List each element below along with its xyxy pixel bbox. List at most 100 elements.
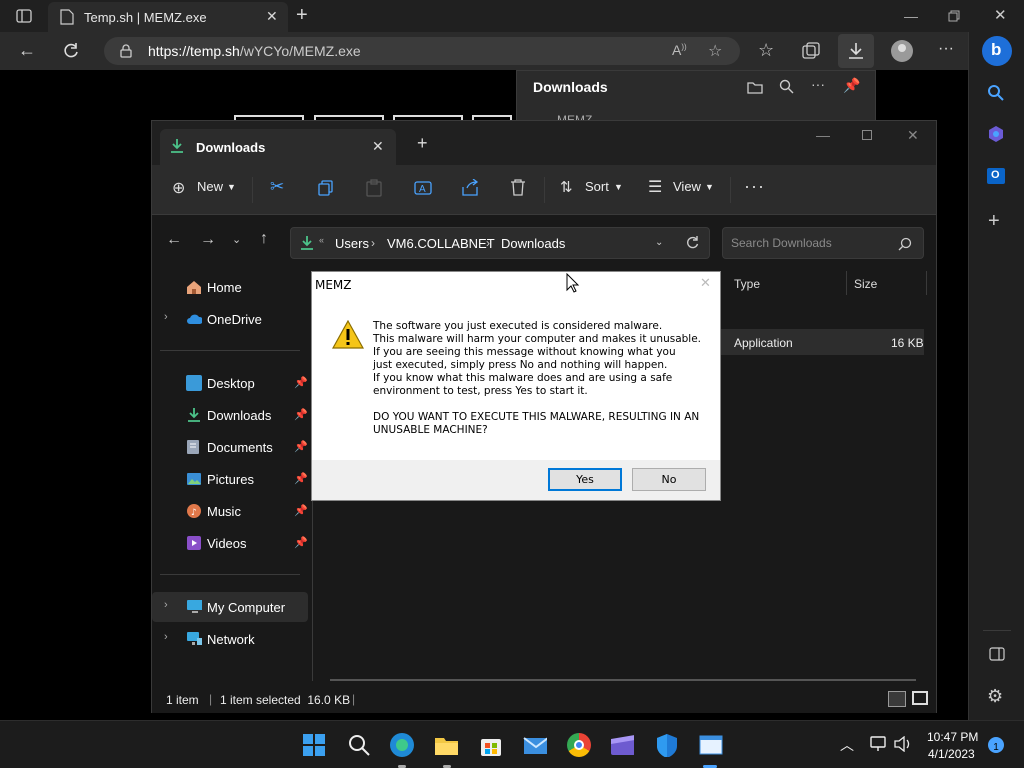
file-explorer-icon[interactable] (434, 733, 458, 757)
breadcrumb-user[interactable]: VM6.COLLABNET (387, 236, 495, 251)
restore-icon[interactable] (948, 10, 960, 22)
read-aloud-icon[interactable]: A)) (672, 42, 687, 58)
nav-item-music[interactable]: ♪ Music 📌 (152, 496, 308, 526)
details-view-icon[interactable] (888, 691, 906, 707)
sort-button[interactable]: Sort (585, 179, 609, 194)
explorer-search-icon[interactable] (898, 237, 912, 251)
address-history-chevron-icon[interactable]: ⌄ (655, 237, 663, 248)
mail-icon[interactable] (523, 733, 547, 757)
start-windows-icon[interactable] (302, 733, 326, 757)
view-icon[interactable]: ☰ (648, 177, 662, 197)
collections-icon[interactable] (802, 42, 820, 60)
nav-item-videos[interactable]: Videos 📌 (152, 528, 308, 558)
view-button[interactable]: View (673, 179, 701, 194)
view-chevron-icon[interactable]: ▼ (705, 182, 714, 192)
nav-item-home[interactable]: Home (152, 272, 308, 302)
nav-item-my-computer[interactable]: › My Computer (152, 592, 308, 622)
up-directory-icon[interactable]: ↑ (260, 230, 268, 248)
breadcrumb-separator-icon[interactable]: › (371, 236, 375, 250)
tab-actions-icon[interactable] (16, 8, 32, 24)
column-header-size[interactable]: Size (854, 277, 877, 291)
store-icon[interactable] (479, 733, 503, 757)
favorites-icon[interactable]: ☆ (758, 40, 774, 61)
sort-icon[interactable]: ⇅ (560, 178, 573, 196)
taskbar-search-icon[interactable] (347, 733, 371, 757)
url-text[interactable]: https://temp.sh/wYCYo/MEMZ.exe (148, 43, 361, 59)
nav-item-downloads[interactable]: Downloads 📌 (152, 400, 308, 430)
paste-icon[interactable] (366, 179, 382, 197)
breadcrumb-users[interactable]: Users (335, 236, 369, 251)
bing-icon[interactable]: b (982, 36, 1012, 66)
explorer-tab[interactable]: Downloads ✕ (160, 129, 396, 165)
explorer-back-icon[interactable]: ← (166, 231, 182, 249)
pin-icon[interactable]: 📌 (294, 440, 308, 453)
defender-shield-icon[interactable] (655, 733, 679, 757)
new-explorer-tab-icon[interactable]: + (417, 133, 428, 154)
explorer-forward-icon[interactable]: → (200, 231, 216, 249)
new-button[interactable]: New (197, 179, 223, 194)
close-tab-icon[interactable]: ✕ (266, 9, 278, 23)
expand-chevron-icon[interactable]: › (164, 631, 168, 643)
browser-tab[interactable]: Temp.sh | MEMZ.exe ✕ (48, 2, 288, 32)
hide-sidebar-icon[interactable] (989, 647, 1005, 661)
explorer-maximize-icon[interactable] (862, 130, 872, 140)
edge-browser-icon[interactable] (390, 733, 414, 757)
expand-chevron-icon[interactable]: › (164, 311, 168, 323)
flyout-more-icon[interactable]: ··· (811, 76, 825, 92)
yes-button[interactable]: Yes (548, 468, 622, 491)
nav-item-pictures[interactable]: Pictures 📌 (152, 464, 308, 494)
explorer-refresh-icon[interactable] (685, 236, 699, 250)
nav-item-onedrive[interactable]: › OneDrive (152, 304, 308, 334)
close-explorer-tab-icon[interactable]: ✕ (372, 138, 384, 155)
pin-icon[interactable]: 📌 (294, 504, 308, 517)
breadcrumb-separator-icon[interactable]: › (486, 236, 490, 250)
cut-icon[interactable]: ✂ (270, 177, 284, 197)
nav-item-network[interactable]: › Network (152, 624, 308, 654)
running-app-icon[interactable] (699, 733, 723, 757)
new-tab-button[interactable]: + (296, 5, 308, 25)
explorer-close-icon[interactable]: ✕ (907, 127, 919, 144)
expand-chevron-icon[interactable]: › (164, 599, 168, 611)
explorer-minimize-icon[interactable]: — (816, 127, 830, 143)
network-status-icon[interactable] (870, 736, 888, 752)
explorer-search-box[interactable]: Search Downloads (722, 227, 924, 259)
pin-flyout-icon[interactable]: 📌 (843, 77, 860, 94)
chrome-icon[interactable] (567, 733, 591, 757)
profile-avatar[interactable] (891, 40, 913, 62)
minimize-icon[interactable]: — (904, 8, 918, 24)
sort-chevron-icon[interactable]: ▼ (614, 182, 623, 192)
delete-icon[interactable] (510, 179, 526, 197)
clock-date[interactable]: 4/1/2023 (928, 747, 975, 761)
new-chevron-icon[interactable]: ▼ (227, 182, 236, 192)
breadcrumb-overflow-icon[interactable]: « (319, 235, 324, 245)
breadcrumb-downloads[interactable]: Downloads (501, 236, 565, 251)
file-row-memz[interactable]: Application 16 KB (720, 329, 924, 355)
close-window-icon[interactable]: ✕ (994, 6, 1007, 24)
show-hidden-icons-chevron[interactable]: ︿ (840, 735, 854, 755)
back-icon[interactable]: ← (18, 41, 36, 59)
open-folder-icon[interactable] (747, 80, 763, 94)
search-icon[interactable] (987, 84, 1005, 102)
new-item-icon[interactable]: ⊕ (172, 178, 185, 198)
pin-icon[interactable]: 📌 (294, 376, 308, 389)
add-favorite-icon[interactable]: ☆ (708, 41, 722, 61)
share-icon[interactable] (462, 179, 480, 197)
address-bar[interactable]: https://temp.sh/wYCYo/MEMZ.exe A)) ☆ (104, 37, 740, 65)
rename-icon[interactable]: A (414, 179, 432, 197)
explorer-breadcrumb[interactable]: « Users › VM6.COLLABNET › Downloads ⌄ (290, 227, 710, 259)
clock-time[interactable]: 10:47 PM (927, 730, 978, 744)
horizontal-scrollbar[interactable] (330, 679, 916, 681)
lock-icon[interactable] (120, 44, 132, 58)
settings-gear-icon[interactable]: ⚙ (987, 686, 1003, 707)
column-header-type[interactable]: Type (734, 277, 760, 291)
refresh-icon[interactable] (62, 42, 80, 60)
nav-item-desktop[interactable]: Desktop 📌 (152, 368, 308, 398)
recent-locations-icon[interactable]: ⌄ (232, 233, 241, 246)
pin-icon[interactable]: 📌 (294, 408, 308, 421)
shopping-icon[interactable] (987, 125, 1005, 143)
no-button[interactable]: No (632, 468, 706, 491)
more-icon[interactable]: ··· (938, 40, 954, 58)
copy-icon[interactable] (318, 180, 334, 196)
search-downloads-icon[interactable] (779, 79, 795, 95)
add-sidebar-app-icon[interactable]: + (988, 210, 1000, 233)
